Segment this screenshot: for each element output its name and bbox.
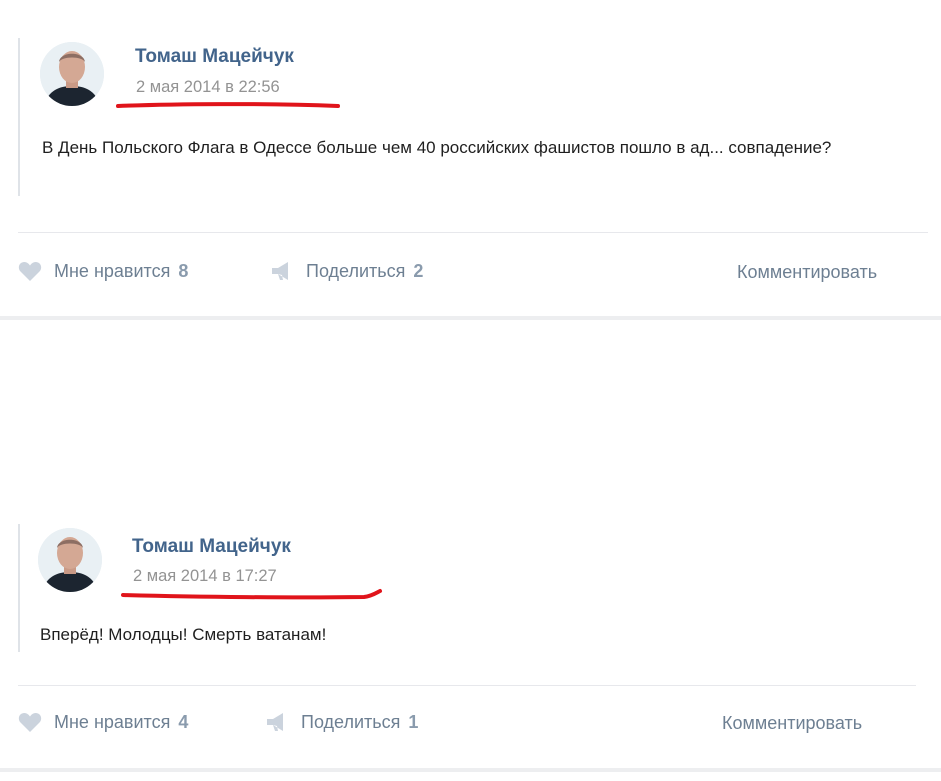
- share-button[interactable]: Поделиться 2: [270, 260, 423, 282]
- red-underline-annotation: [121, 589, 382, 600]
- post-date[interactable]: 2 мая 2014 в 22:56: [136, 78, 280, 97]
- wall-post: Томаш Мацейчук 2 мая 2014 в 22:56 В День…: [0, 0, 930, 316]
- like-count: 4: [178, 711, 189, 732]
- like-label: Мне нравится: [54, 260, 171, 281]
- post-text: В День Польского Флага в Одессе больше ч…: [42, 138, 832, 157]
- author-name[interactable]: Томаш Мацейчук: [132, 536, 291, 558]
- like-label: Мне нравится: [54, 711, 171, 732]
- comment-button[interactable]: Комментировать: [722, 713, 862, 734]
- like-count: 8: [178, 260, 189, 281]
- wall-post: Томаш Мацейчук 2 мая 2014 в 17:27 Вперёд…: [0, 480, 930, 768]
- avatar[interactable]: [40, 42, 104, 106]
- post-separator: [0, 316, 941, 320]
- post-date[interactable]: 2 мая 2014 в 17:27: [133, 567, 277, 586]
- share-button[interactable]: Поделиться 1: [265, 711, 418, 733]
- share-count: 2: [413, 260, 424, 281]
- megaphone-icon: [265, 711, 289, 733]
- comment-button[interactable]: Комментировать: [737, 262, 877, 283]
- repost-quote-bar: [18, 38, 20, 196]
- red-underline-annotation: [116, 102, 340, 108]
- avatar[interactable]: [38, 528, 102, 592]
- divider: [18, 685, 916, 686]
- share-label: Поделиться: [301, 711, 401, 732]
- megaphone-icon: [270, 260, 294, 282]
- author-name[interactable]: Томаш Мацейчук: [135, 46, 294, 68]
- repost-quote-bar: [18, 524, 20, 652]
- post-separator: [0, 768, 941, 772]
- heart-icon: [18, 711, 42, 733]
- like-button[interactable]: Мне нравится 8: [18, 260, 188, 282]
- divider: [18, 232, 928, 233]
- heart-icon: [18, 260, 42, 282]
- share-count: 1: [408, 711, 419, 732]
- share-label: Поделиться: [306, 260, 406, 281]
- post-text: Вперёд! Молодцы! Смерть ватанам!: [40, 625, 327, 644]
- like-button[interactable]: Мне нравится 4: [18, 711, 188, 733]
